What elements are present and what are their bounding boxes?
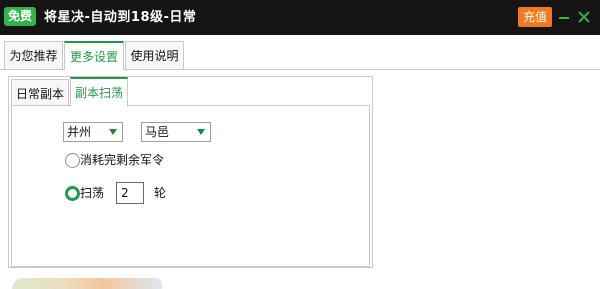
consume-radio[interactable] <box>65 153 80 168</box>
recharge-button[interactable]: 充值 <box>518 7 552 27</box>
minimize-icon[interactable] <box>556 8 572 26</box>
subtab-dungeon-sweep[interactable]: 副本扫荡 <box>70 77 128 107</box>
city-select[interactable]: 马邑 <box>141 122 211 142</box>
sweep-count-input[interactable]: 2 <box>116 182 144 204</box>
chevron-down-icon <box>197 129 205 135</box>
chevron-down-icon <box>109 129 117 135</box>
sweep-panel: 并州 马邑 消耗完剩余军令 扫荡 2 轮 <box>11 105 370 267</box>
sweep-radio[interactable] <box>65 186 80 201</box>
free-badge: 免费 <box>4 7 36 26</box>
sweep-option-label: 扫荡 <box>80 186 105 200</box>
title-bar: 免费 将星决-自动到18级-日常 充值 <box>0 0 600 35</box>
region-select[interactable]: 并州 <box>63 122 123 142</box>
settings-panel: 日常副本 副本扫荡 并州 马邑 消耗完剩余军令 扫荡 2 轮 <box>8 76 373 268</box>
close-icon[interactable] <box>576 8 592 26</box>
subtab-daily-dungeon[interactable]: 日常副本 <box>11 79 69 108</box>
window-title: 将星决-自动到18级-日常 <box>44 10 197 25</box>
tab-instructions[interactable]: 使用说明 <box>125 41 184 70</box>
main-tabs: 为您推荐 更多设置 使用说明 <box>0 41 600 71</box>
region-select-value: 并州 <box>67 125 92 139</box>
consume-option-label: 消耗完剩余军令 <box>80 153 165 167</box>
app-window: 免费 将星决-自动到18级-日常 充值 为您推荐 更多设置 使用说明 日常副本 … <box>0 0 600 289</box>
rounds-unit-label: 轮 <box>154 186 167 200</box>
tab-recommend[interactable]: 为您推荐 <box>4 41 63 70</box>
decorative-logo <box>12 278 162 289</box>
tab-more-settings[interactable]: 更多设置 <box>64 41 124 71</box>
city-select-value: 马邑 <box>145 125 170 139</box>
